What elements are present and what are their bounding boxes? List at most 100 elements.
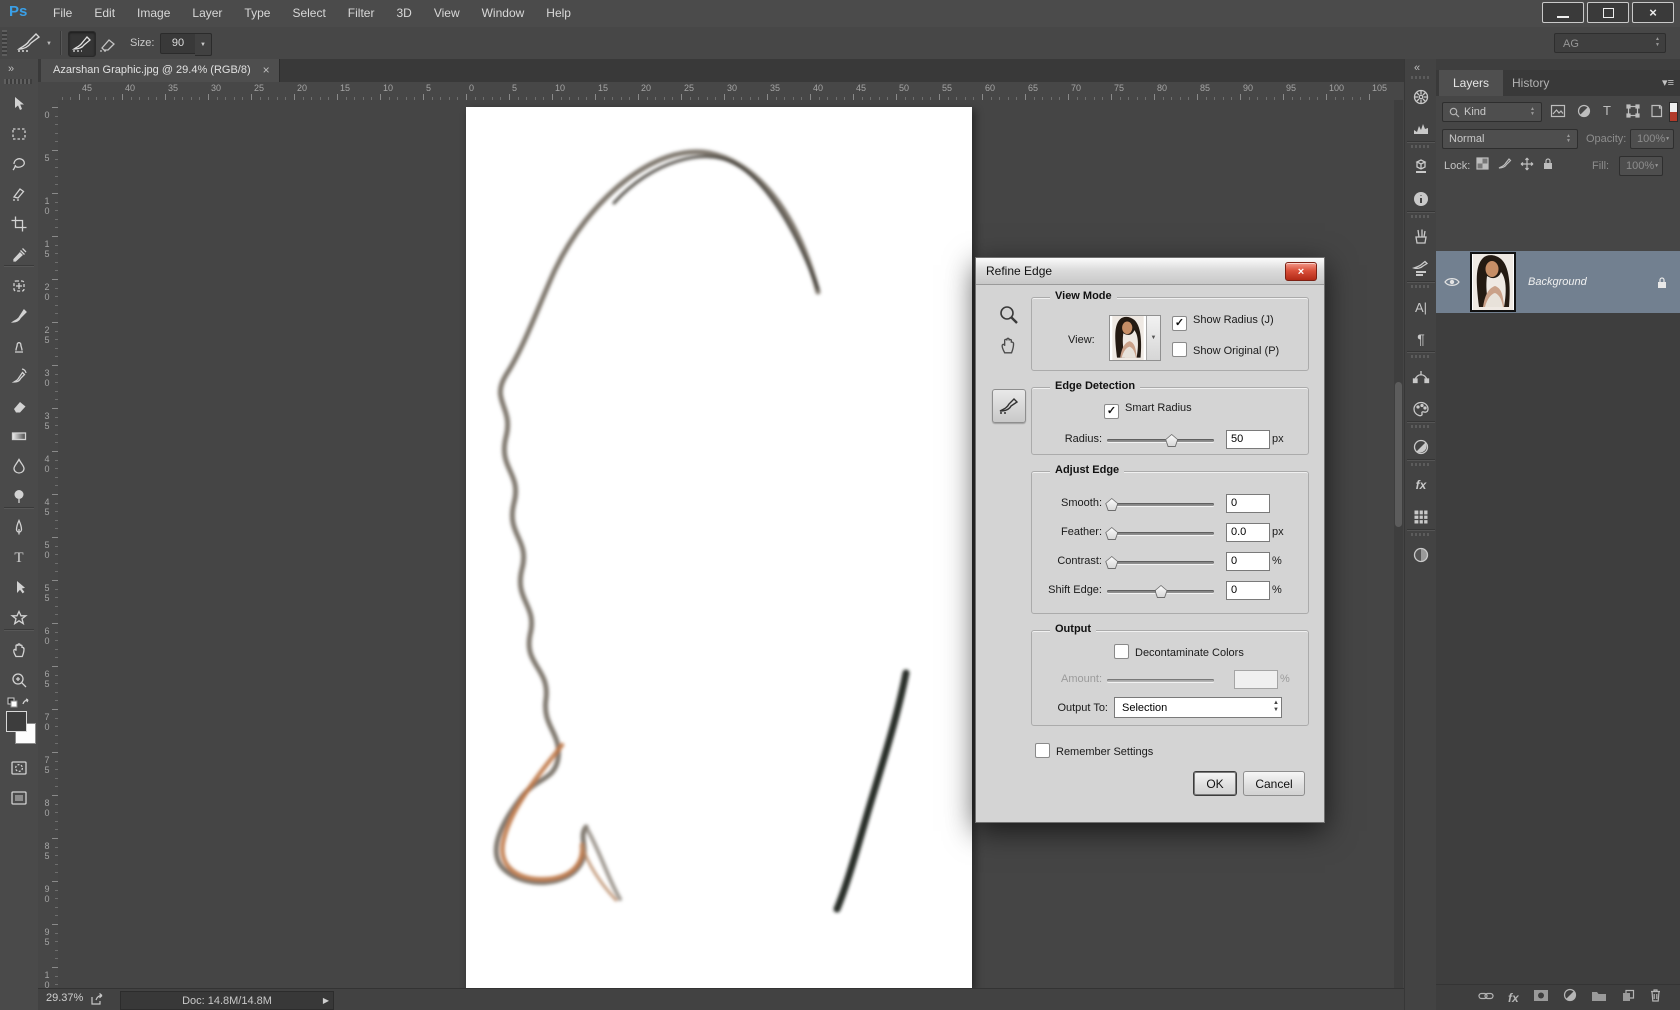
status-menu-arrow-icon[interactable]: ▶ <box>323 996 329 1005</box>
eraser-tool[interactable] <box>0 393 38 419</box>
panel-menu-icon[interactable]: ▾≡ <box>1662 76 1674 89</box>
dock-grip[interactable] <box>1411 425 1431 428</box>
brush-size-value[interactable]: 90 <box>160 33 196 54</box>
dock-grip[interactable] <box>1411 145 1431 148</box>
blend-mode-dropdown[interactable]: Normal ▲▼ <box>1442 129 1578 149</box>
show-radius-checkbox[interactable]: ✓ <box>1172 316 1187 331</box>
filter-smart-objects-icon[interactable] <box>1649 104 1663 118</box>
crop-tool[interactable] <box>0 211 38 237</box>
dock-grip[interactable] <box>1411 285 1431 288</box>
restore-button[interactable] <box>1587 2 1629 23</box>
dialog-zoom-tool-icon[interactable] <box>998 304 1020 329</box>
paragraph-panel-icon[interactable]: ¶ <box>1405 325 1437 353</box>
masks-panel-icon[interactable] <box>1405 541 1437 569</box>
contrast-slider-groove[interactable] <box>1107 561 1214 564</box>
eyedropper-tool[interactable] <box>0 241 38 267</box>
document-tab[interactable]: Azarshan Graphic.jpg @ 29.4% (RGB/8) × <box>41 59 280 82</box>
layer-row-background[interactable]: Background <box>1436 251 1680 313</box>
hand-tool[interactable] <box>0 637 38 663</box>
quick-mask-button[interactable] <box>0 755 38 781</box>
dock-grip[interactable] <box>1411 76 1431 79</box>
lock-image-icon[interactable] <box>1498 157 1512 170</box>
styles-panel-icon[interactable]: fx <box>1405 471 1437 499</box>
smart-radius-checkbox[interactable]: ✓ <box>1104 404 1119 419</box>
navigator-panel-icon[interactable] <box>1405 83 1437 111</box>
feather-slider-groove[interactable] <box>1107 532 1214 535</box>
remember-settings-checkbox[interactable] <box>1035 743 1050 758</box>
brush-panel-icon[interactable] <box>1405 223 1437 251</box>
quick-selection-tool[interactable] <box>0 181 38 207</box>
type-tool[interactable]: T <box>0 545 38 571</box>
filter-kind-dropdown[interactable]: Kind ▲▼ <box>1442 102 1542 122</box>
layer-style-fx-icon[interactable]: fx <box>1508 991 1519 1005</box>
feather-slider[interactable] <box>1107 525 1214 541</box>
dock-grip[interactable] <box>1411 533 1431 536</box>
filter-pixel-layers-icon[interactable] <box>1550 104 1566 118</box>
decontaminate-checkbox[interactable] <box>1114 644 1129 659</box>
radius-slider-groove[interactable] <box>1107 439 1214 442</box>
channels-panel-icon[interactable] <box>1405 503 1437 531</box>
radius-slider[interactable] <box>1107 432 1214 448</box>
menu-help[interactable]: Help <box>535 0 582 27</box>
contrast-value[interactable]: 0 <box>1226 552 1270 571</box>
menu-select[interactable]: Select <box>281 0 336 27</box>
zoom-level-field[interactable]: 29.37% <box>46 992 83 1004</box>
custom-shape-tool[interactable] <box>0 605 38 631</box>
refine-radius-tool-icon[interactable] <box>16 31 46 55</box>
dock-collapse-icon[interactable]: « <box>1414 62 1418 74</box>
dock-grip[interactable] <box>1411 215 1431 218</box>
pen-tool[interactable] <box>0 515 38 541</box>
ruler-corner[interactable] <box>38 82 59 101</box>
new-group-icon[interactable] <box>1591 989 1607 1007</box>
refine-radius-tool-button[interactable] <box>992 389 1026 423</box>
filter-adjustment-layers-icon[interactable] <box>1577 104 1591 118</box>
lock-transparency-icon[interactable] <box>1476 157 1489 170</box>
dock-grip[interactable] <box>1411 463 1431 466</box>
tab-close-icon[interactable]: × <box>263 59 270 82</box>
smooth-value[interactable]: 0 <box>1226 494 1270 513</box>
clone-stamp-tool[interactable] <box>0 333 38 359</box>
menu-window[interactable]: Window <box>471 0 536 27</box>
menu-view[interactable]: View <box>423 0 471 27</box>
blur-tool[interactable] <box>0 453 38 479</box>
link-layers-icon[interactable] <box>1478 989 1494 1007</box>
smooth-slider-groove[interactable] <box>1107 503 1214 506</box>
smooth-slider[interactable] <box>1107 496 1214 512</box>
histogram-panel-icon[interactable] <box>1405 115 1437 143</box>
new-layer-icon[interactable] <box>1621 989 1635 1007</box>
dodge-tool[interactable] <box>0 483 38 509</box>
info-panel-icon[interactable] <box>1405 185 1437 213</box>
opacity-dropdown[interactable]: 100% ▼ <box>1630 129 1674 149</box>
toolstrip-grip[interactable] <box>4 79 32 84</box>
smooth-slider-thumb[interactable] <box>1105 498 1118 511</box>
view-mode-thumbnail[interactable]: ▼ <box>1109 315 1161 361</box>
cancel-button[interactable]: Cancel <box>1243 771 1305 796</box>
contrast-slider-thumb[interactable] <box>1105 556 1118 569</box>
dialog-close-button[interactable]: × <box>1285 262 1317 281</box>
history-brush-tool[interactable] <box>0 363 38 389</box>
dialog-hand-tool-icon[interactable] <box>998 334 1018 359</box>
erase-refinements-brush-button[interactable] <box>96 31 122 55</box>
menu-3d[interactable]: 3D <box>385 0 422 27</box>
radius-value[interactable]: 50 <box>1226 430 1270 449</box>
zoom-tool[interactable] <box>0 667 38 693</box>
layer-name[interactable]: Background <box>1528 276 1587 288</box>
rectangular-marquee-tool[interactable] <box>0 121 38 147</box>
menu-filter[interactable]: Filter <box>337 0 386 27</box>
fill-dropdown[interactable]: 100% ▼ <box>1619 156 1663 176</box>
path-selection-tool[interactable] <box>0 575 38 601</box>
filter-type-layers-icon[interactable]: T <box>1603 103 1611 118</box>
radius-slider-thumb[interactable] <box>1165 434 1178 447</box>
feather-slider-thumb[interactable] <box>1105 527 1118 540</box>
output-to-dropdown[interactable]: Selection ▲▼ <box>1114 697 1282 718</box>
new-adjustment-layer-icon[interactable] <box>1563 988 1577 1007</box>
adjustments-panel-icon[interactable] <box>1405 433 1437 461</box>
screen-mode-button[interactable] <box>0 785 38 811</box>
shift-edge-value[interactable]: 0 <box>1226 581 1270 600</box>
menu-layer[interactable]: Layer <box>181 0 233 27</box>
filter-toggle[interactable] <box>1669 102 1678 122</box>
tool-dropdown-arrow[interactable]: ▼ <box>46 41 52 47</box>
move-tool[interactable] <box>0 91 38 117</box>
tab-history[interactable]: History <box>1498 70 1563 96</box>
lock-position-icon[interactable] <box>1520 157 1534 171</box>
